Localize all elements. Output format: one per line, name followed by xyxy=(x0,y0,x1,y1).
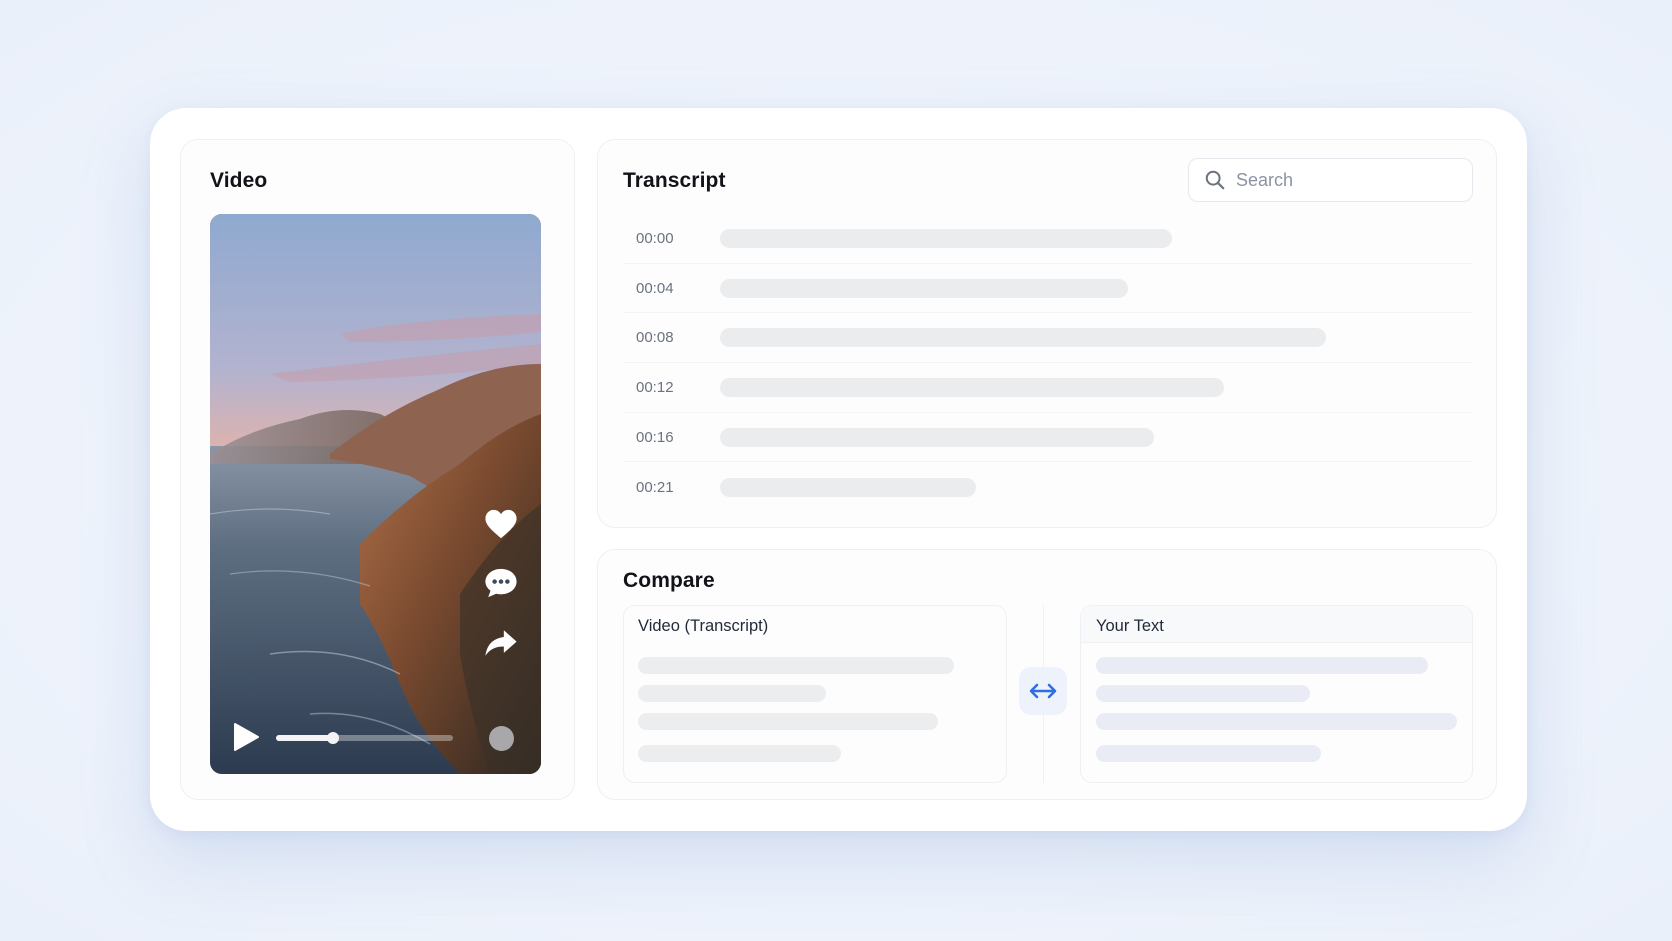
options-dot-button[interactable] xyxy=(489,726,514,751)
search-icon xyxy=(1205,170,1225,190)
comment-icon xyxy=(485,568,517,598)
transcript-panel: Transcript 00:00 00:04 00:08 00:12 xyxy=(597,139,1497,528)
transcript-text-placeholder xyxy=(720,377,1224,397)
compare-panel: Compare Video (Transcript) Your Text xyxy=(597,549,1497,800)
app-card: Video Transcript Search 00:00 00:04 00:0… xyxy=(150,108,1527,831)
compare-video-transcript-box[interactable]: Video (Transcript) xyxy=(623,605,1007,783)
transcript-row[interactable]: 00:16 xyxy=(623,413,1473,463)
compare-right-line-placeholder xyxy=(1096,745,1321,762)
compare-left-line-placeholder xyxy=(638,657,954,674)
compare-left-line-placeholder xyxy=(638,713,938,730)
compare-right-line-placeholder xyxy=(1096,713,1457,730)
transcript-text-placeholder xyxy=(720,278,1128,298)
swap-arrows-icon xyxy=(1029,683,1057,699)
transcript-text-placeholder xyxy=(720,477,976,497)
video-panel-title: Video xyxy=(210,169,268,192)
transcript-timestamp: 00:04 xyxy=(636,279,674,297)
transcript-timestamp: 00:00 xyxy=(636,229,674,247)
transcript-timestamp: 00:16 xyxy=(636,428,674,446)
video-progress-fill xyxy=(276,735,333,741)
like-button[interactable] xyxy=(482,505,520,543)
compare-right-line-placeholder xyxy=(1096,657,1428,674)
play-button[interactable] xyxy=(232,722,260,752)
compare-right-line-placeholder xyxy=(1096,685,1310,702)
video-player[interactable] xyxy=(210,214,541,774)
transcript-list: 00:00 00:04 00:08 00:12 00:16 00:21 xyxy=(623,214,1473,512)
compare-right-label: Your Text xyxy=(1096,617,1164,635)
heart-icon xyxy=(485,509,517,539)
transcript-row[interactable]: 00:00 xyxy=(623,214,1473,264)
compare-panel-title: Compare xyxy=(623,569,715,592)
transcript-timestamp: 00:21 xyxy=(636,478,674,496)
video-progress-bar[interactable] xyxy=(276,732,453,744)
compare-left-line-placeholder xyxy=(638,745,841,762)
transcript-row[interactable]: 00:04 xyxy=(623,264,1473,314)
swap-compare-button[interactable] xyxy=(1019,667,1067,715)
transcript-row[interactable]: 00:12 xyxy=(623,363,1473,413)
video-progress-knob[interactable] xyxy=(326,732,339,744)
compare-your-text-box[interactable]: Your Text xyxy=(1080,605,1473,783)
transcript-row[interactable]: 00:08 xyxy=(623,313,1473,364)
transcript-text-placeholder xyxy=(720,228,1172,248)
transcript-timestamp: 00:08 xyxy=(636,329,674,347)
share-icon xyxy=(485,630,517,656)
transcript-row[interactable]: 00:21 xyxy=(623,462,1473,512)
compare-left-line-placeholder xyxy=(638,685,826,702)
video-panel: Video xyxy=(180,139,575,800)
comment-button[interactable] xyxy=(482,564,520,602)
transcript-search[interactable] xyxy=(1188,158,1473,202)
share-button[interactable] xyxy=(482,624,520,662)
play-icon xyxy=(234,723,259,751)
transcript-timestamp: 00:12 xyxy=(636,378,674,396)
transcript-text-placeholder xyxy=(720,328,1326,348)
transcript-panel-title: Transcript xyxy=(623,169,726,192)
transcript-text-placeholder xyxy=(720,427,1154,447)
search-input[interactable] xyxy=(1236,169,1456,191)
video-thumbnail xyxy=(210,214,541,774)
compare-left-label: Video (Transcript) xyxy=(638,617,769,635)
